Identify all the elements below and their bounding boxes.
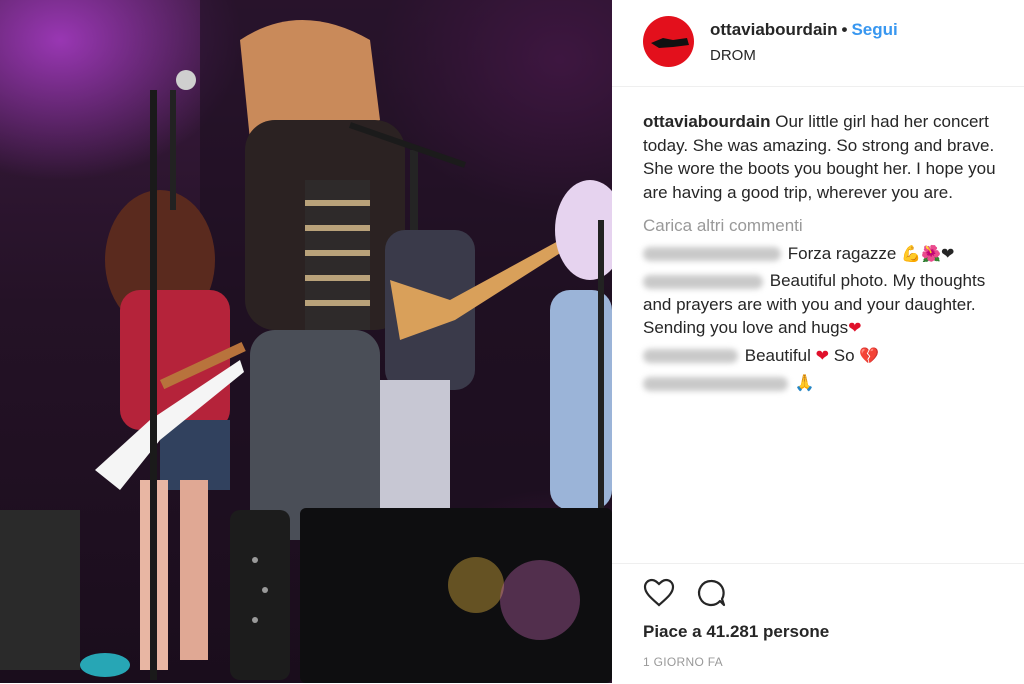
load-more-comments-button[interactable]: Carica altri commenti xyxy=(643,214,1013,238)
caption-username[interactable]: ottaviabourdain xyxy=(643,112,771,131)
comment-item: Beautiful ❤ So 💔 xyxy=(643,344,1013,368)
comments-list: ottaviabourdain Our little girl had her … xyxy=(643,110,1013,395)
broken-heart-icon: 💔 xyxy=(859,345,880,365)
separator-dot: • xyxy=(841,20,848,39)
comment-text: Forza ragazze xyxy=(787,243,902,263)
location-link[interactable]: DROM xyxy=(710,47,756,64)
flexed-biceps-hibiscus-heart-icon: 💪🌺❤ xyxy=(901,243,955,263)
comment-item: 🙏 xyxy=(643,371,1013,395)
blurred-username[interactable] xyxy=(643,247,781,262)
concert-photo-illustration xyxy=(0,0,612,683)
speech-bubble-icon xyxy=(697,579,726,607)
heart-outline-icon xyxy=(643,578,675,607)
post-actions: Piace a 41.281 persone 1 GIORNO FA xyxy=(612,563,1024,684)
caption: ottaviabourdain Our little girl had her … xyxy=(643,110,1013,204)
comment-button[interactable] xyxy=(696,578,726,613)
follow-button[interactable]: Segui xyxy=(851,20,897,39)
avatar[interactable] xyxy=(643,16,694,67)
blurred-username[interactable] xyxy=(643,376,788,391)
comment-text: Beautiful xyxy=(744,345,816,365)
folded-hands-icon: 🙏 xyxy=(794,373,815,392)
blurred-username[interactable] xyxy=(643,349,738,364)
post-details-panel: ottaviabourdain • Segui DROM ottaviabourda… xyxy=(612,0,1024,683)
like-button[interactable] xyxy=(643,578,675,613)
header-username-row: ottaviabourdain • Segui xyxy=(710,20,898,40)
username-link[interactable]: ottaviabourdain xyxy=(710,20,838,39)
red-heart-icon: ❤ xyxy=(815,345,830,365)
comment-item: Beautiful photo. My thoughts and prayers… xyxy=(643,269,1013,340)
avatar-logo-icon xyxy=(651,38,689,48)
post-header: ottaviabourdain • Segui DROM xyxy=(612,0,1024,87)
blurred-username[interactable] xyxy=(643,274,763,289)
post-timestamp: 1 GIORNO FA xyxy=(643,655,723,669)
red-heart-icon: ❤ xyxy=(848,318,862,337)
comment-text-2: So xyxy=(829,345,860,365)
likes-count[interactable]: Piace a 41.281 persone xyxy=(643,622,829,642)
comment-item: Forza ragazze 💪🌺❤ xyxy=(643,242,1013,266)
post-photo[interactable] xyxy=(0,0,612,683)
